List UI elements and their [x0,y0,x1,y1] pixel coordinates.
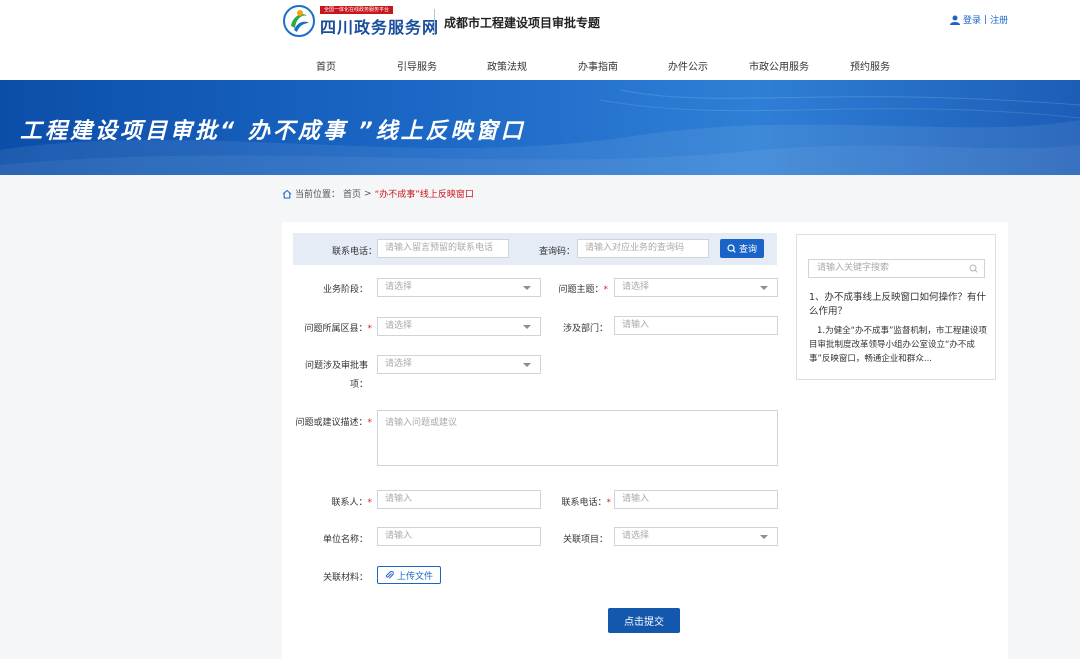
site-name[interactable]: 四川政务服务网 [320,14,439,38]
required-mark: * [606,498,612,508]
platform-badge: 全国一体化在线政务服务平台 [320,6,394,14]
project-select[interactable]: 请选择 [614,527,778,546]
org-label: 单位名称： [322,535,368,545]
nav-service-guide[interactable]: 办事指南 [578,58,618,73]
desc-label-text: 问题或建议描述： [295,418,368,428]
paperclip-icon [385,570,394,579]
contact-label-text: 联系人： [331,498,368,508]
nav-publicity[interactable]: 办件公示 [668,58,708,73]
topic-select[interactable]: 请选择 [614,278,778,297]
breadcrumb-current: “办不成事”线上反映窗口 [374,190,474,200]
query-button[interactable]: 查询 [720,239,764,258]
topic-label: 问题主题：* [544,282,608,295]
faq-answer: 1.为健全“办不成事”监督机制，市工程建设项目审批制度改革领导小组办公室设立“办… [809,326,987,364]
login-link[interactable]: 登录 [963,13,981,26]
breadcrumb-sep: > [364,188,372,199]
breadcrumb-prefix: 当前位置： [295,190,341,200]
register-link[interactable]: 注册 [990,13,1008,26]
item-label-line1: 问题涉及审批事 [304,361,368,371]
user-links: 登录 | 注册 [950,13,1008,26]
query-phone-label: 联系电话： [331,247,377,257]
header-divider [434,9,435,35]
contact-phone-label-text: 联系电话： [561,498,607,508]
nav-municipal-service[interactable]: 市政公用服务 [749,58,809,73]
topic-label-text: 问题主题： [558,285,604,295]
required-mark: * [367,324,373,334]
required-mark: * [367,498,373,508]
faq-search-placeholder: 请输入关键字搜索 [817,263,890,273]
topic-title: 成都市工程建设项目审批专题 [444,16,601,30]
project-label: 关联项目： [562,535,608,545]
contact-label: 联系人：* [292,495,372,508]
query-code-input[interactable]: 请输入对应业务的查询码 [577,239,709,258]
query-code-label: 查询码： [538,247,575,257]
contact-phone-label: 联系电话：* [544,495,611,508]
approval-item-select[interactable]: 请选择 [377,355,541,374]
submit-button[interactable]: 点击提交 [608,608,680,633]
sichuan-logo-icon[interactable] [283,4,315,38]
upload-button-label: 上传文件 [396,571,433,582]
user-icon [950,15,960,25]
faq-search-input[interactable]: 请输入关键字搜索 [808,259,985,278]
search-icon[interactable] [969,264,978,273]
description-textarea[interactable]: 请输入问题或建议 [377,410,778,466]
hero-banner: 工程建设项目审批“ 办不成事 ”线上反映窗口 [0,80,1080,175]
main-card: 联系电话： 请输入留言预留的联系电话 查询码： 请输入对应业务的查询码 查询 业… [282,222,1008,659]
nav-home[interactable]: 首页 [316,58,336,73]
breadcrumb: 当前位置： 首页 > “办不成事”线上反映窗口 [282,187,474,200]
main-nav: 首页 引导服务 政策法规 办事指南 办件公示 市政公用服务 预约服务 [0,58,1080,73]
upload-button[interactable]: 上传文件 [377,566,441,584]
nav-appointment[interactable]: 预约服务 [850,58,890,73]
org-input[interactable]: 请输入 [377,527,541,546]
site-header: 全国一体化在线政务服务平台 四川政务服务网 成都市工程建设项目审批专题 登录 |… [0,0,1080,80]
district-select[interactable]: 请选择 [377,317,541,336]
nav-policy[interactable]: 政策法规 [487,58,527,73]
search-icon [727,244,736,253]
stage-select[interactable]: 请选择 [377,278,541,297]
required-mark: * [367,418,373,428]
required-mark: * [603,285,609,295]
dept-label: 涉及部门： [562,324,608,334]
desc-label: 问题或建议描述：* [284,415,372,428]
nav-guide-service[interactable]: 引导服务 [397,58,437,73]
district-label-text: 问题所属区县： [304,324,368,334]
contact-phone-input[interactable]: 请输入 [614,490,778,509]
faq-panel: 请输入关键字搜索 1、办不成事线上反映窗口如何操作？有什么作用？ 1.为健全“办… [796,234,996,380]
item-label-line2: 项： [349,380,368,390]
home-icon[interactable] [282,189,292,199]
breadcrumb-home[interactable]: 首页 [343,187,361,200]
banner-title: 工程建设项目审批“ 办不成事 ”线上反映窗口 [20,119,526,144]
district-label: 问题所属区县：* [292,321,372,334]
stage-label: 业务阶段： [322,285,368,295]
contact-input[interactable]: 请输入 [377,490,541,509]
dept-input[interactable]: 请输入 [614,316,778,335]
query-bar: 联系电话： 请输入留言预留的联系电话 查询码： 请输入对应业务的查询码 查询 [293,233,777,265]
material-label: 关联材料： [322,573,368,583]
link-separator: | [984,14,988,25]
faq-question[interactable]: 1、办不成事线上反映窗口如何操作？有什么作用？ [809,291,987,319]
query-button-label: 查询 [738,245,757,255]
query-phone-input[interactable]: 请输入留言预留的联系电话 [377,239,509,258]
